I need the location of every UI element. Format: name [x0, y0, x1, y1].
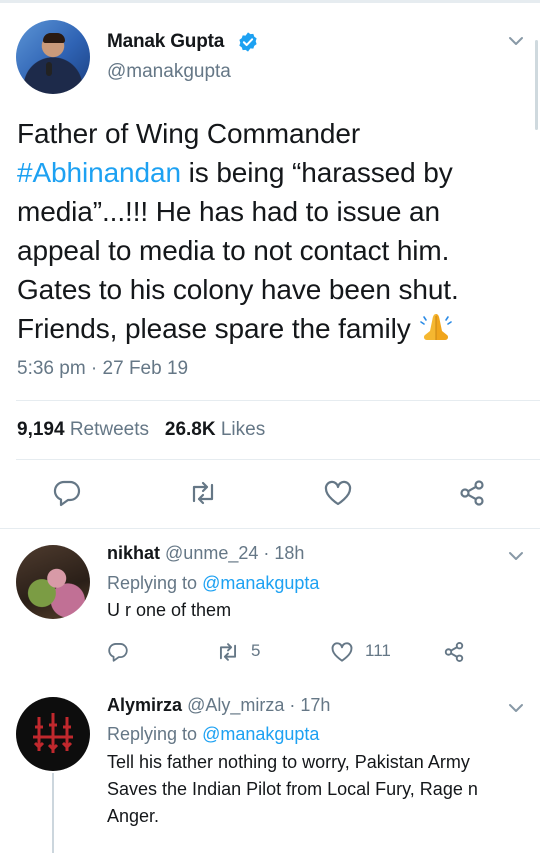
author-avatar[interactable]	[16, 20, 90, 94]
reply-text-line: Saves the Indian Pilot from Local Fury, …	[107, 779, 478, 799]
divider	[16, 400, 540, 401]
hashtag-link[interactable]: #Abhinandan	[17, 157, 181, 188]
tweet-menu-chevron-down-icon[interactable]	[508, 36, 524, 46]
avatar-microphone	[46, 62, 52, 76]
reply-time[interactable]: · 17h	[289, 695, 330, 715]
replying-to-prefix: Replying to	[107, 573, 198, 593]
like-heart-icon[interactable]	[323, 479, 353, 507]
tweet-text-line: media”...!!! He has had to issue an	[17, 196, 440, 227]
like-heart-icon[interactable]	[330, 641, 354, 663]
retweets-count[interactable]: 9,194	[17, 419, 65, 440]
reply-avatar[interactable]	[16, 545, 90, 619]
author-handle[interactable]: @manakgupta	[107, 61, 231, 83]
avatar-hair	[43, 33, 65, 43]
reply-text-line: Anger.	[107, 806, 160, 826]
reply-text: Tell his father nothing to worry, Pakist…	[107, 749, 527, 830]
scrollbar[interactable]	[535, 40, 538, 130]
reply-text: U r one of them	[107, 600, 232, 620]
reply-avatar[interactable]	[16, 697, 90, 771]
reply-text-line: Tell his father nothing to worry, Pakist…	[107, 752, 470, 772]
share-icon[interactable]	[442, 641, 466, 663]
tweet-text: Father of Wing Commander #Abhinandan is …	[17, 114, 527, 348]
mention-link[interactable]: @manakgupta	[202, 573, 319, 593]
reply-header: Alymirza @Aly_mirza · 17h	[107, 695, 330, 716]
reply-time[interactable]: · 18h	[263, 543, 304, 563]
reply-author-handle[interactable]: @Aly_mirza	[187, 695, 284, 715]
reply-author-handle[interactable]: @unme_24	[165, 543, 258, 563]
reply-retweet-count: 5	[251, 641, 261, 660]
replying-to-prefix: Replying to	[107, 724, 198, 744]
thread-line	[52, 773, 54, 853]
verified-badge-icon	[239, 32, 257, 52]
divider	[16, 459, 540, 460]
share-icon[interactable]	[457, 479, 487, 507]
tweet-text-line: is being “harassed by	[180, 157, 453, 188]
tweet-text-line: Gates to his colony have been shut.	[17, 274, 459, 305]
reply-menu-chevron-down-icon[interactable]	[508, 703, 524, 713]
reply-author-name[interactable]: Alymirza	[107, 695, 182, 715]
tweet-stats: 9,194 Retweets 26.8K Likes	[17, 419, 265, 441]
author-name[interactable]: Manak Gupta	[107, 31, 224, 53]
top-divider	[0, 0, 540, 3]
reply-menu-chevron-down-icon[interactable]	[508, 551, 524, 561]
retweet-icon[interactable]	[188, 479, 218, 507]
retweets-label[interactable]: Retweets	[70, 419, 149, 440]
reply-like-count: 111	[365, 641, 391, 660]
tweet-timestamp[interactable]: 5:36 pm · 27 Feb 19	[17, 358, 188, 380]
reply-icon[interactable]	[52, 479, 82, 507]
tweet-text-line: Friends, please spare the family	[17, 313, 411, 344]
retweet-icon[interactable]	[216, 641, 240, 663]
likes-label[interactable]: Likes	[221, 419, 265, 440]
reply-header: nikhat @unme_24 · 18h	[107, 543, 304, 564]
mention-link[interactable]: @manakgupta	[202, 724, 319, 744]
replying-to: Replying to @manakgupta	[107, 573, 319, 594]
reply-icon[interactable]	[107, 641, 129, 663]
tweet-text-line: Father of Wing Commander	[17, 118, 361, 149]
folded-hands-emoji	[420, 314, 453, 340]
swords-emblem-icon	[33, 713, 73, 753]
likes-count[interactable]: 26.8K	[165, 419, 216, 440]
reply-author-name[interactable]: nikhat	[107, 543, 160, 563]
divider	[0, 528, 540, 529]
replying-to: Replying to @manakgupta	[107, 724, 319, 745]
tweet-text-line: appeal to media to not contact him.	[17, 235, 450, 266]
